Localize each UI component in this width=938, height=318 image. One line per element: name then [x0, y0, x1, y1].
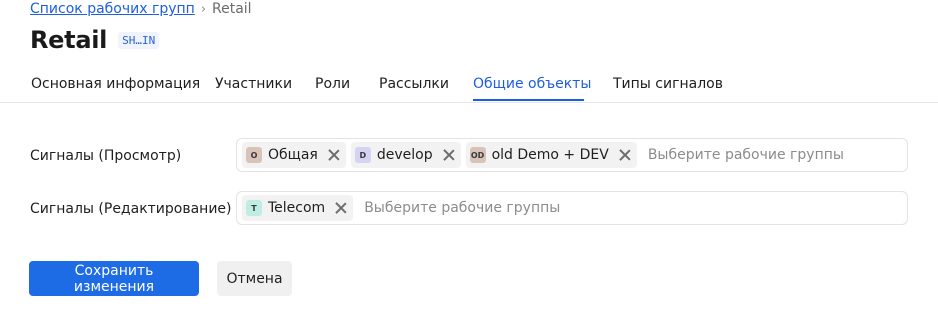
signals-view-multiselect[interactable]: О Общая D develop OD old Demo + DEV	[236, 138, 908, 172]
field-label-signals-view: Сигналы (Просмотр)	[30, 148, 182, 164]
tab-members[interactable]: Участники	[215, 76, 292, 92]
workgroup-avatar: OD	[469, 147, 486, 163]
chip-label: Общая	[268, 147, 318, 163]
chip-old-demo-dev: OD old Demo + DEV	[465, 142, 637, 168]
signals-edit-multiselect[interactable]: T Telecom	[236, 191, 908, 225]
code-badge: SH…IN	[118, 31, 160, 49]
workgroup-avatar: D	[354, 147, 371, 163]
save-changes-button[interactable]: Сохранить изменения	[29, 261, 199, 296]
close-icon[interactable]	[619, 149, 631, 161]
close-icon[interactable]	[328, 149, 340, 161]
tab-main-info[interactable]: Основная информация	[31, 76, 200, 92]
workgroup-avatar: T	[246, 200, 262, 216]
field-label-signals-edit: Сигналы (Редактирование)	[30, 201, 232, 217]
close-icon[interactable]	[335, 202, 347, 214]
breadcrumb-current: Retail	[212, 1, 252, 17]
active-tab-indicator	[473, 99, 584, 101]
cancel-button[interactable]: Отмена	[217, 261, 292, 296]
signals-view-search-input[interactable]	[645, 146, 907, 164]
tab-mailings[interactable]: Рассылки	[379, 76, 449, 92]
chip-telecom: T Telecom	[242, 195, 354, 221]
breadcrumb-link-workgroups[interactable]: Список рабочих групп	[30, 1, 195, 17]
close-icon[interactable]	[443, 149, 455, 161]
page-header: Retail SH…IN	[30, 26, 160, 54]
tab-roles[interactable]: Роли	[315, 76, 350, 92]
chevron-right-icon: ›	[200, 1, 207, 17]
tab-bar: Основная информация Участники Роли Рассы…	[0, 66, 938, 103]
chip-label: old Demo + DEV	[491, 147, 609, 163]
signals-edit-search-input[interactable]	[362, 199, 907, 217]
chip-label: develop	[376, 147, 433, 163]
tab-signal-types[interactable]: Типы сигналов	[613, 76, 723, 92]
breadcrumb: Список рабочих групп › Retail	[30, 1, 252, 17]
workgroup-avatar: О	[246, 147, 262, 163]
chip-develop: D develop	[350, 142, 461, 168]
chip-label: Telecom	[268, 200, 326, 216]
chip-obshchaya: О Общая	[242, 142, 346, 168]
page-title: Retail	[30, 26, 108, 54]
tab-shared-objects[interactable]: Общие объекты	[473, 76, 591, 92]
